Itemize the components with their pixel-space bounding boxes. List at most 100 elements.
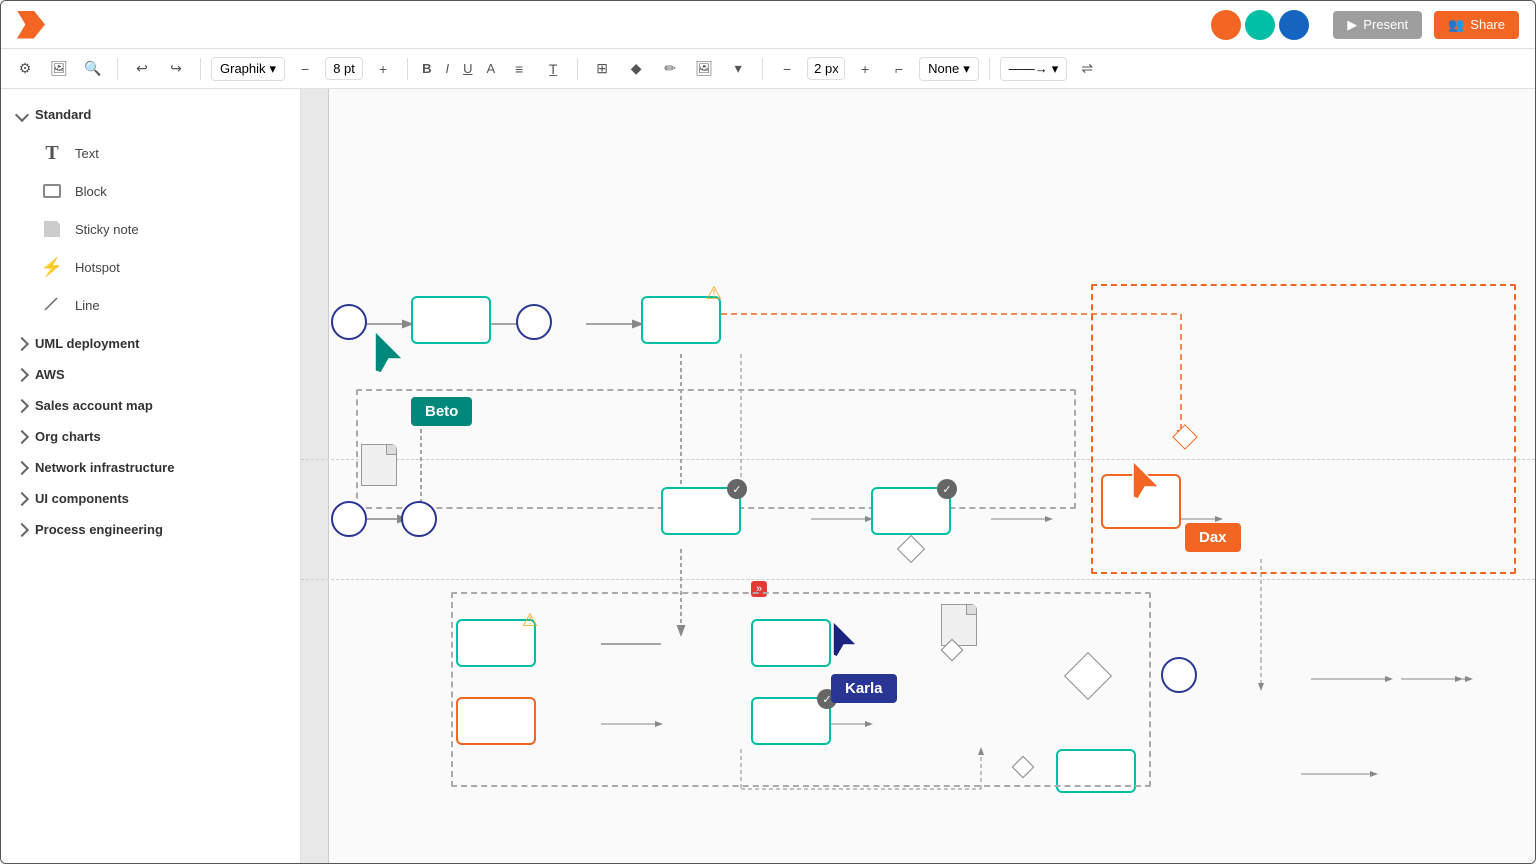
share-button[interactable]: 👥 Share	[1434, 11, 1519, 39]
sidebar-section-uml[interactable]: UML deployment	[1, 328, 300, 359]
sidebar-sales-label: Sales account map	[35, 398, 153, 413]
share-icon: 👥	[1448, 17, 1464, 33]
bold-button[interactable]: B	[418, 59, 435, 78]
shape-rect-row3-2[interactable]	[751, 619, 831, 667]
sidebar-section-ui[interactable]: UI components	[1, 483, 300, 514]
diamond-row3-2[interactable]	[1064, 652, 1112, 700]
toolbar-divider-3	[407, 58, 408, 80]
search-icon[interactable]: 🔍	[79, 55, 107, 83]
sticky-note-icon	[41, 218, 63, 240]
font-family-select[interactable]: Graphik ▾	[211, 57, 285, 81]
line-width-increase[interactable]: +	[851, 55, 879, 83]
line-icon	[41, 294, 63, 316]
shape-rect-row2-orange[interactable]	[1101, 474, 1181, 529]
diamond-bottom-right[interactable]	[1012, 756, 1035, 779]
shape-document-1[interactable]	[361, 444, 397, 486]
toolbar-divider-2	[200, 58, 201, 80]
align-button[interactable]: ≡	[505, 55, 533, 83]
table-button[interactable]: ⊞	[588, 55, 616, 83]
chevron-uml	[15, 336, 29, 350]
sidebar-hotspot-label: Hotspot	[75, 260, 120, 275]
sidebar: Standard T Text Block	[1, 89, 301, 863]
avatar-user-2[interactable]	[1245, 10, 1275, 40]
canvas[interactable]: ⚠ Beto ✓ ✓	[301, 89, 1535, 863]
diamond-row2[interactable]	[897, 535, 925, 563]
more-button[interactable]: ▾	[724, 55, 752, 83]
avatar-group	[1211, 10, 1309, 40]
sidebar-ui-label: UI components	[35, 491, 129, 506]
comment-badge: »	[751, 581, 767, 597]
hotspot-icon: ⚡	[41, 256, 63, 278]
settings-icon[interactable]: ⚙	[11, 55, 39, 83]
sidebar-item-block[interactable]: Block	[25, 172, 300, 210]
sidebar-item-sticky-note[interactable]: Sticky note	[25, 210, 300, 248]
shape-document-2[interactable]	[941, 604, 977, 646]
image-icon[interactable]: 🖼	[45, 55, 73, 83]
present-button[interactable]: ▶ Present	[1333, 11, 1422, 39]
label-dax: Dax	[1185, 523, 1241, 552]
sidebar-item-text[interactable]: T Text	[25, 134, 300, 172]
shape-rect-row3-orange-1[interactable]	[456, 697, 536, 745]
circle-row2-1[interactable]	[331, 501, 367, 537]
sticky-shape	[44, 221, 60, 237]
block-icon	[41, 180, 63, 202]
avatar-user-3[interactable]	[1279, 10, 1309, 40]
selection-box-orange	[1091, 284, 1516, 574]
line-style-select[interactable]: None ▾	[919, 57, 979, 81]
top-bar: ▶ Present 👥 Share	[1, 1, 1535, 49]
line-width-decrease[interactable]: −	[773, 55, 801, 83]
chevron-ui	[15, 491, 29, 505]
arrow-style-select[interactable]: ——→ ▾	[1000, 57, 1068, 81]
font-size-increase[interactable]: +	[369, 55, 397, 83]
chevron-process	[15, 522, 29, 536]
check-badge-2: ✓	[937, 479, 957, 499]
image-insert-button[interactable]: 🖼	[690, 55, 718, 83]
text-icon: T	[41, 142, 63, 164]
diamond-orange-1[interactable]	[1172, 424, 1197, 449]
text-t-glyph: T	[45, 142, 58, 165]
arrow-style-chevron: ▾	[1052, 61, 1059, 77]
circle-bottom-right[interactable]	[1161, 657, 1197, 693]
redo-button[interactable]: ↪	[162, 55, 190, 83]
line-corner-button[interactable]: ⌐	[885, 55, 913, 83]
text-format-button[interactable]: T̲	[539, 55, 567, 83]
font-color-button[interactable]: A	[482, 59, 499, 78]
font-family-label: Graphik	[220, 61, 266, 76]
avatar-user-1[interactable]	[1211, 10, 1241, 40]
line-width-input[interactable]	[807, 57, 845, 80]
circle-row2-2[interactable]	[401, 501, 437, 537]
chevron-standard	[15, 107, 29, 121]
present-icon: ▶	[1347, 17, 1357, 33]
circle-2[interactable]	[516, 304, 552, 340]
font-size-decrease[interactable]: −	[291, 55, 319, 83]
underline-button[interactable]: U	[459, 59, 476, 78]
format-icon[interactable]: ⇌	[1073, 55, 1101, 83]
circle-1[interactable]	[331, 304, 367, 340]
chevron-network	[15, 460, 29, 474]
line-style-chevron: ▾	[963, 61, 970, 77]
app-logo[interactable]	[17, 11, 45, 39]
shape-rect-1[interactable]	[411, 296, 491, 344]
sidebar-line-label: Line	[75, 298, 100, 313]
sidebar-block-label: Block	[75, 184, 107, 199]
sidebar-section-sales[interactable]: Sales account map	[1, 390, 300, 421]
toolbar-divider-5	[762, 58, 763, 80]
sidebar-item-line[interactable]: Line	[25, 286, 300, 324]
block-shape	[43, 184, 61, 198]
undo-button[interactable]: ↩	[128, 55, 156, 83]
sidebar-section-org[interactable]: Org charts	[1, 421, 300, 452]
toolbar-divider-1	[117, 58, 118, 80]
sidebar-section-aws[interactable]: AWS	[1, 359, 300, 390]
sidebar-section-network[interactable]: Network infrastructure	[1, 452, 300, 483]
shape-rect-bottom-right[interactable]	[1056, 749, 1136, 793]
fill-button[interactable]: ◆	[622, 55, 650, 83]
sidebar-item-hotspot[interactable]: ⚡ Hotspot	[25, 248, 300, 286]
font-size-input[interactable]	[325, 57, 363, 80]
swimlane-divider-1	[301, 459, 1535, 460]
chevron-aws	[15, 367, 29, 381]
sidebar-section-process[interactable]: Process engineering	[1, 514, 300, 545]
pen-button[interactable]: ✏	[656, 55, 684, 83]
sidebar-process-label: Process engineering	[35, 522, 163, 537]
italic-button[interactable]: I	[441, 59, 453, 78]
sidebar-section-standard[interactable]: Standard	[1, 99, 300, 130]
